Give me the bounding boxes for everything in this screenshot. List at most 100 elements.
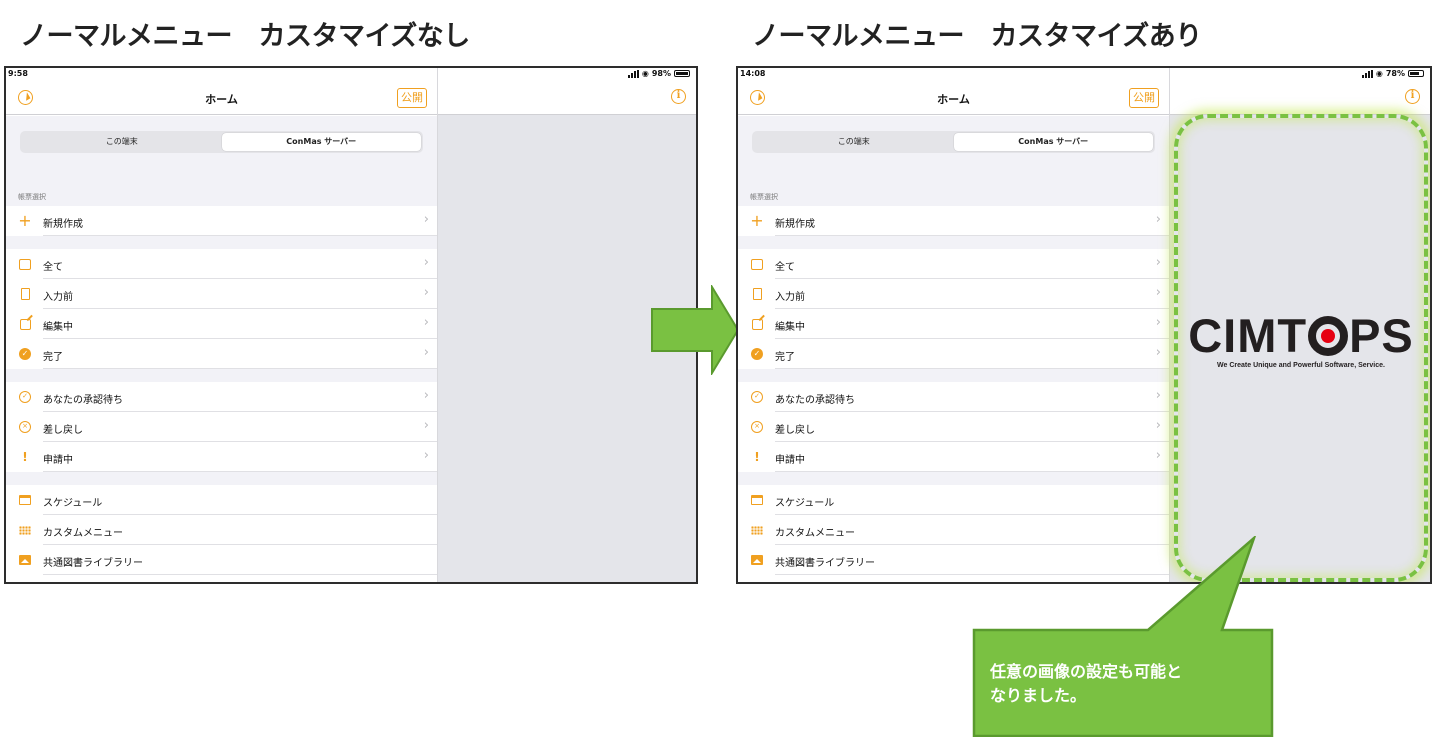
- menu-item-label: カスタムメニュー: [43, 528, 123, 539]
- section-gap: [738, 472, 1169, 485]
- menu-item-label: あなたの承認待ち: [775, 395, 855, 406]
- signal-icon: [627, 69, 639, 78]
- menu-item[interactable]: 共通図書ライブラリー: [6, 545, 437, 575]
- section-gap: [6, 472, 437, 485]
- right-arrow-icon: [651, 285, 740, 375]
- menu-item[interactable]: ✓ あなたの承認待ち ›: [6, 382, 437, 412]
- plus-icon: +: [750, 211, 764, 230]
- row-separator: [43, 574, 437, 575]
- chevron-right-icon: ›: [423, 388, 429, 403]
- section-header: 帳票選択: [18, 193, 46, 201]
- battery-icon: [674, 70, 690, 77]
- chevron-right-icon: ›: [1155, 315, 1161, 330]
- status-indicators: ◉ 78%: [1361, 69, 1424, 78]
- status-bar: 14:08 ◉ 78%: [738, 68, 1430, 82]
- menu-item-label: カスタムメニュー: [775, 528, 855, 539]
- menu-item[interactable]: 編集中 ›: [738, 309, 1169, 339]
- menu-item-label: 新規作成: [775, 219, 815, 230]
- status-bar: 9:58 ◉ 98%: [6, 68, 696, 82]
- nav-title: ホーム: [937, 93, 970, 106]
- image-icon: [18, 553, 32, 567]
- status-indicators: ◉ 98%: [627, 69, 690, 78]
- segment-area: この端末 ConMas サーバー: [738, 116, 1169, 166]
- master-pane: ホーム 公開 この端末 ConMas サーバー 帳票選択 + 新規作成 › 全て › 入力前…: [6, 68, 438, 582]
- x-circle-icon: ×: [18, 420, 32, 434]
- menu-item-label: スケジュール: [775, 498, 835, 509]
- chevron-right-icon: ›: [423, 418, 429, 433]
- x-circle-icon: ×: [750, 420, 764, 434]
- publish-button[interactable]: 公開: [1129, 88, 1159, 108]
- menu-item[interactable]: × 差し戻し ›: [738, 412, 1169, 442]
- menu-item-label: 全て: [43, 262, 63, 273]
- chevron-right-icon: ›: [1155, 448, 1161, 463]
- section-gap: [738, 236, 1169, 249]
- menu-item[interactable]: 全て ›: [6, 249, 437, 279]
- battery-percent: 78%: [1385, 69, 1405, 78]
- menu-item[interactable]: 入力前 ›: [6, 279, 437, 309]
- wifi-icon: ◉: [641, 69, 649, 78]
- section-header: 帳票選択: [750, 193, 778, 201]
- nav-title: ホーム: [205, 93, 238, 106]
- menu-item[interactable]: ! 申請中 ›: [6, 442, 437, 472]
- logo-wordmark: CIMT PS: [1182, 312, 1420, 359]
- menu-item[interactable]: × 差し戻し ›: [6, 412, 437, 442]
- chevron-right-icon: ›: [1155, 212, 1161, 227]
- menu-item-label: 入力前: [775, 292, 805, 303]
- info-icon[interactable]: i: [1405, 89, 1420, 104]
- menu-item-label: あなたの承認待ち: [43, 395, 123, 406]
- chevron-right-icon: ›: [423, 345, 429, 360]
- grid-icon: [750, 523, 764, 537]
- signal-icon: [1361, 69, 1373, 78]
- menu-item[interactable]: + 新規作成 ›: [738, 206, 1169, 236]
- inbox-icon: [18, 257, 32, 271]
- menu-item[interactable]: 入力前 ›: [738, 279, 1169, 309]
- menu-item-label: 編集中: [43, 322, 73, 333]
- menu-item[interactable]: スケジュール: [738, 485, 1169, 515]
- ipad-screenshot-default: ホーム 公開 この端末 ConMas サーバー 帳票選択 + 新規作成 › 全て › 入力前…: [4, 66, 698, 584]
- publish-button[interactable]: 公開: [397, 88, 427, 108]
- exclamation-icon: !: [22, 450, 28, 464]
- wifi-icon: ◉: [1375, 69, 1383, 78]
- nav-bar: ホーム 公開: [738, 82, 1169, 115]
- plus-icon: +: [18, 211, 32, 230]
- menu-item[interactable]: 編集中 ›: [6, 309, 437, 339]
- menu-item-label: 完了: [775, 352, 795, 363]
- segment-server[interactable]: ConMas サーバー: [953, 133, 1153, 151]
- nav-bar: ホーム 公開: [6, 82, 437, 115]
- menu-item[interactable]: スケジュール: [6, 485, 437, 515]
- calendar-icon: [18, 493, 32, 507]
- chevron-right-icon: ›: [423, 315, 429, 330]
- chevron-right-icon: ›: [1155, 345, 1161, 360]
- menu-item[interactable]: ✓ 完了 ›: [6, 339, 437, 369]
- chevron-right-icon: ›: [1155, 388, 1161, 403]
- menu-item-label: 新規作成: [43, 219, 83, 230]
- menu-item[interactable]: + 新規作成 ›: [6, 206, 437, 236]
- chevron-right-icon: ›: [423, 448, 429, 463]
- status-time: 14:08: [740, 69, 766, 78]
- segment-local[interactable]: この端末: [22, 133, 222, 151]
- heading-left: ノーマルメニュー カスタマイズなし: [20, 21, 470, 52]
- info-icon[interactable]: i: [671, 89, 686, 104]
- menu-item-label: 編集中: [775, 322, 805, 333]
- menu-item[interactable]: 全て ›: [738, 249, 1169, 279]
- menu-item-label: 入力前: [43, 292, 73, 303]
- menu-item[interactable]: ! 申請中 ›: [738, 442, 1169, 472]
- check-circle-icon: ✓: [750, 390, 764, 404]
- menu-item[interactable]: カスタムメニュー: [6, 515, 437, 545]
- menu-item-label: 完了: [43, 352, 63, 363]
- heading-right: ノーマルメニュー カスタマイズあり: [752, 21, 1202, 52]
- menu-item-label: 申請中: [43, 455, 73, 466]
- segment-local[interactable]: この端末: [754, 133, 954, 151]
- menu-item-label: 全て: [775, 262, 795, 273]
- section-gap: [6, 166, 437, 206]
- logo-o-mark: [1308, 316, 1349, 356]
- logo-tagline: We Create Unique and Powerful Software, …: [1217, 362, 1385, 369]
- grid-icon: [18, 523, 32, 537]
- menu-item[interactable]: ✓ あなたの承認待ち ›: [738, 382, 1169, 412]
- menu-item-label: 共通図書ライブラリー: [43, 558, 143, 569]
- menu-item[interactable]: ✓ 完了 ›: [738, 339, 1169, 369]
- segment-server[interactable]: ConMas サーバー: [221, 133, 421, 151]
- menu-item-label: スケジュール: [43, 498, 103, 509]
- status-time: 9:58: [8, 69, 28, 78]
- master-pane: ホーム 公開 この端末 ConMas サーバー 帳票選択 + 新規作成 › 全て › 入力前…: [738, 68, 1170, 582]
